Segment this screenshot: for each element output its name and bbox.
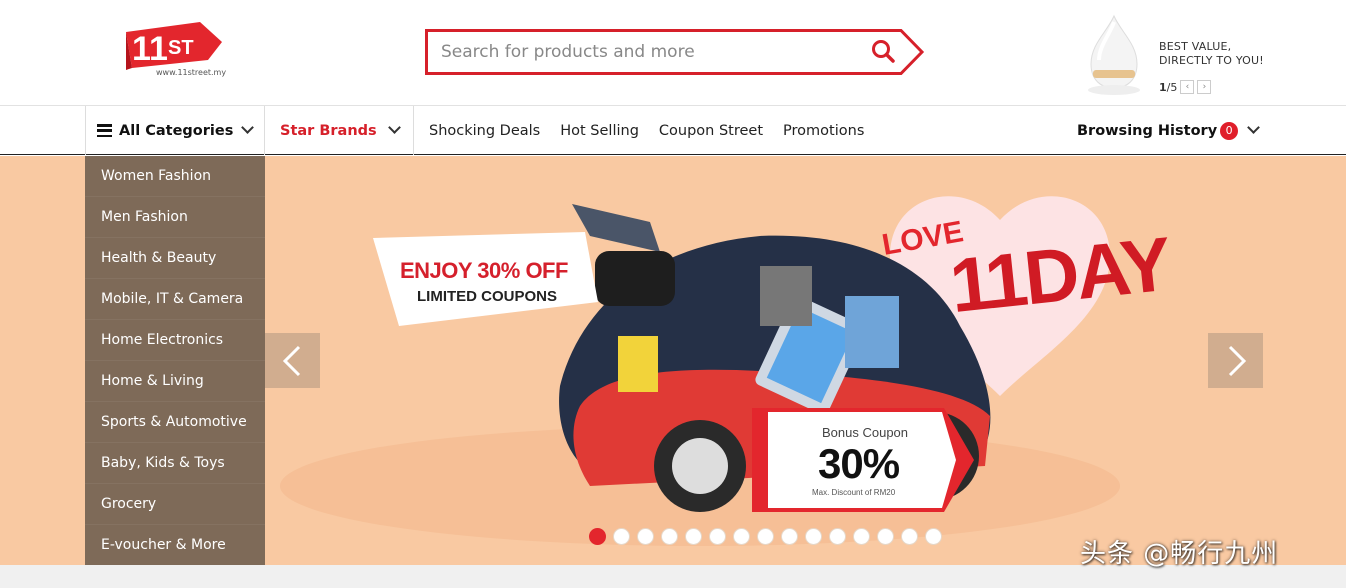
ad-line1: BEST VALUE, [1159,40,1232,53]
category-baby-kids-toys[interactable]: Baby, Kids & Toys [85,443,265,484]
chevron-down-icon [1247,121,1261,134]
slide-dot[interactable] [757,528,774,545]
slide-dot[interactable] [613,528,630,545]
banner-prev-button[interactable] [265,333,320,388]
slide-dot[interactable] [781,528,798,545]
slide-dot[interactable] [829,528,846,545]
category-home-living[interactable]: Home & Living [85,361,265,402]
slide-dot[interactable] [877,528,894,545]
site-header: 11 ST www.11street.my BEST VALUE, DIRECT… [0,0,1346,106]
nav-link-hot-selling[interactable]: Hot Selling [560,123,639,139]
nav-link-shocking-deals[interactable]: Shocking Deals [429,123,540,139]
browsing-history-label: Browsing History [1077,122,1218,139]
humidifier-ad-image[interactable] [1083,14,1145,96]
logo-url: www.11street.my [156,68,227,77]
nav-link-promotions[interactable]: Promotions [783,123,864,139]
svg-text:ST: ST [168,37,194,59]
category-health-beauty[interactable]: Health & Beauty [85,238,265,279]
browsing-history-button[interactable]: Browsing History 0 [1077,106,1261,155]
promo-headline: ENJOY 30% OFF [400,258,568,283]
category-home-electronics[interactable]: Home Electronics [85,320,265,361]
menu-icon [97,124,112,137]
ad-tagline: BEST VALUE, DIRECTLY TO YOU! [1159,40,1264,68]
nav-link-coupon-street[interactable]: Coupon Street [659,123,763,139]
ad-line2: DIRECTLY TO YOU! [1159,54,1264,67]
history-count-badge: 0 [1220,121,1239,140]
slide-dot[interactable] [709,528,726,545]
slide-dot[interactable] [589,528,606,545]
ad-pager: 1/5 ‹ › [1159,80,1212,94]
all-categories-label: All Categories [119,122,234,139]
search-input[interactable] [439,37,859,67]
chevron-right-icon [1228,345,1247,377]
chevron-down-icon [387,121,401,134]
star-brands-button[interactable]: Star Brands [265,106,414,155]
main-nav: All Categories Star Brands Shocking Deal… [0,106,1346,155]
ad-next-button[interactable]: › [1197,80,1212,94]
coupon-title: Bonus Coupon [822,425,909,440]
category-evoucher-more[interactable]: E-voucher & More [85,525,265,566]
chevron-down-icon [241,121,255,134]
star-brands-label: Star Brands [280,122,377,139]
category-men-fashion[interactable]: Men Fashion [85,197,265,238]
watermark: 头条 @畅行九州 [1080,539,1279,569]
slide-dot[interactable] [805,528,822,545]
slide-dot[interactable] [637,528,654,545]
ad-prev-button[interactable]: ‹ [1180,80,1195,94]
slide-dot[interactable] [925,528,942,545]
category-grocery[interactable]: Grocery [85,484,265,525]
coupon-note: Max. Discount of RM20 [812,488,896,497]
slide-dot[interactable] [685,528,702,545]
search-box [425,29,925,75]
category-sports-automotive[interactable]: Sports & Automotive [85,402,265,443]
search-icon [872,40,895,63]
all-categories-button[interactable]: All Categories [85,106,265,155]
promo-subline: LIMITED COUPONS [417,288,558,305]
slide-dot[interactable] [853,528,870,545]
ad-page-total: /5 [1166,80,1178,94]
category-women-fashion[interactable]: Women Fashion [85,156,265,197]
search-button[interactable] [871,39,899,65]
slide-dot[interactable] [733,528,750,545]
slide-dot[interactable] [901,528,918,545]
svg-text:11: 11 [132,30,168,68]
slide-indicators [589,528,942,545]
slide-dot[interactable] [661,528,678,545]
category-mobile-it-camera[interactable]: Mobile, IT & Camera [85,279,265,320]
ad-page-current: 1 [1159,80,1167,94]
banner-next-button[interactable] [1208,333,1263,388]
chevron-left-icon [282,345,301,377]
category-menu: Women Fashion Men Fashion Health & Beaut… [85,156,265,566]
coupon-value: 30% [818,440,900,487]
nav-links: Shocking Deals Hot Selling Coupon Street… [429,106,884,155]
